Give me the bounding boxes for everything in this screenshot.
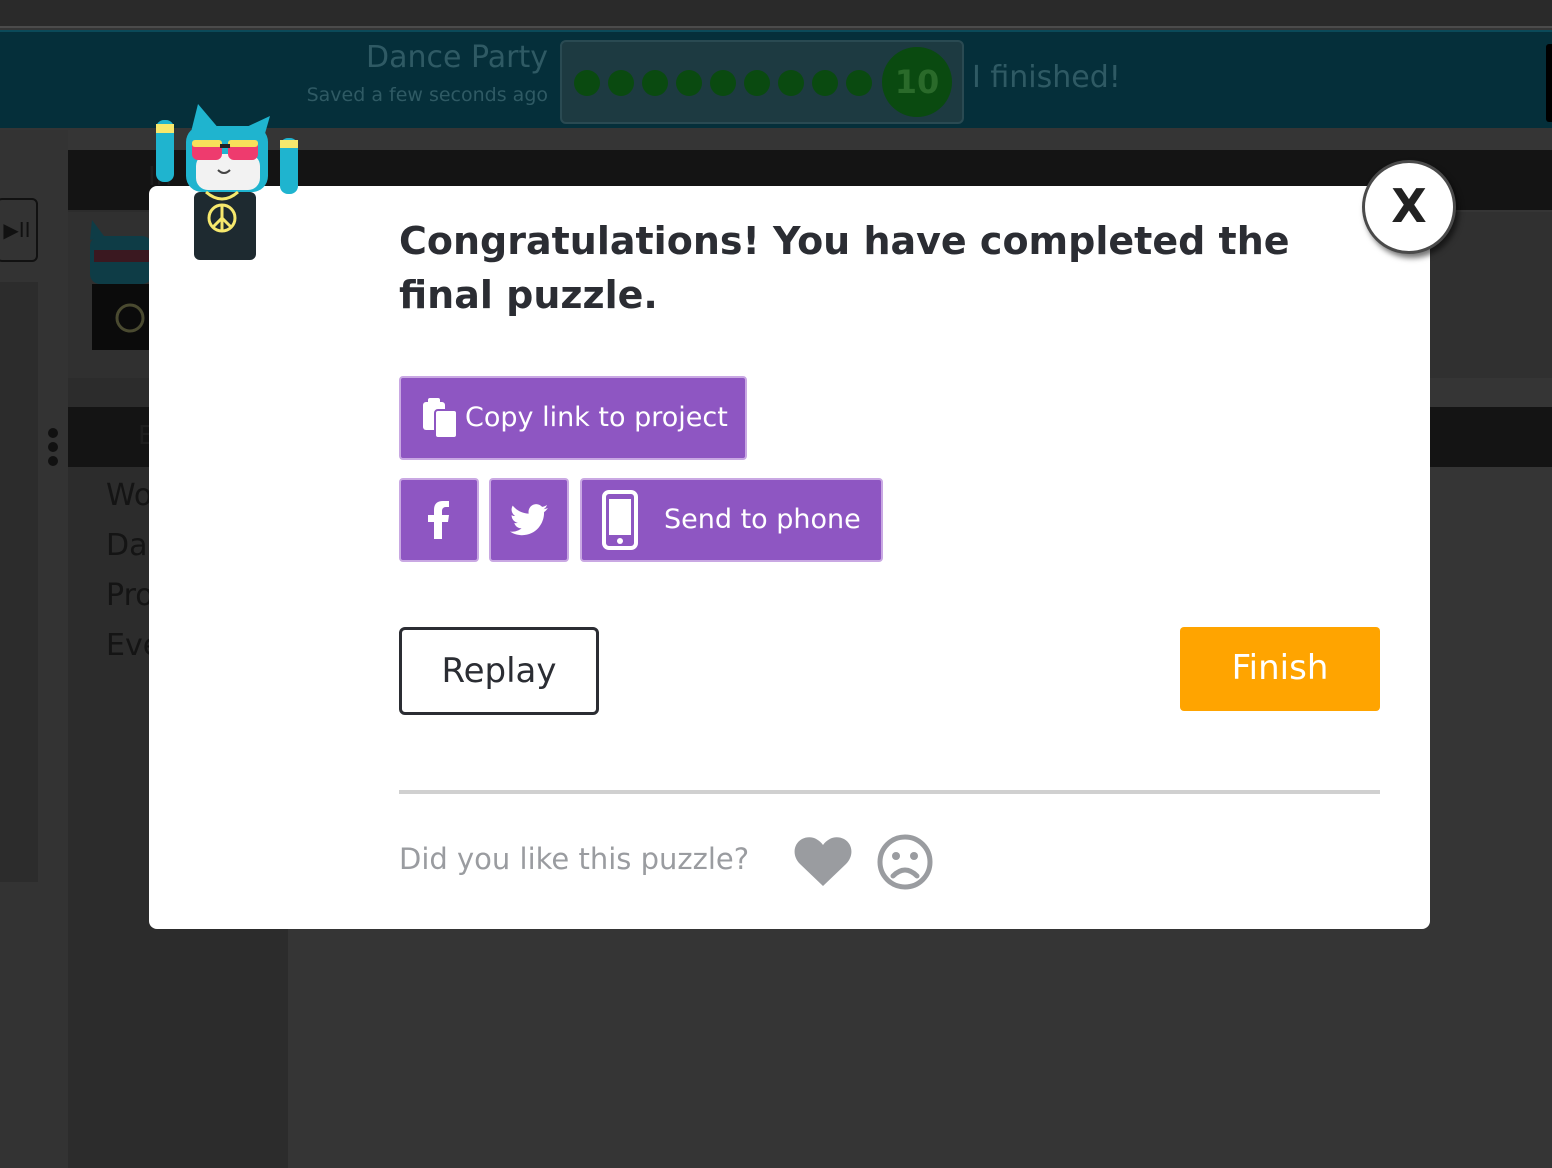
resize-handle-icon: [48, 428, 60, 470]
progress-dot: [710, 70, 736, 96]
clipboard-icon: [421, 398, 459, 438]
instructions-cat-avatar: [90, 220, 152, 350]
toolbox-category: Wo: [106, 478, 153, 513]
send-to-phone-label: Send to phone: [664, 504, 861, 535]
toolbox-category: Da: [106, 528, 148, 563]
toolbox-category: Pro: [106, 578, 154, 613]
replay-button[interactable]: Replay: [399, 627, 599, 715]
dislike-button[interactable]: [876, 833, 934, 891]
progress-dot: [608, 70, 634, 96]
twitter-icon: [510, 504, 548, 536]
left-rail: [0, 282, 38, 882]
header-edge: [1546, 44, 1552, 122]
progress-dot: [778, 70, 804, 96]
progress-dot: [574, 70, 600, 96]
phone-icon: [602, 490, 638, 550]
share-facebook-button[interactable]: [399, 478, 479, 562]
sad-face-icon: [877, 834, 933, 890]
like-button[interactable]: [794, 836, 852, 888]
current-level-badge: 10: [882, 47, 952, 117]
progress-dot: [846, 70, 872, 96]
completion-message: Congratulations! You have completed the …: [399, 219, 1290, 317]
progress-dot: [744, 70, 770, 96]
facebook-icon: [428, 501, 450, 539]
project-title: Dance Party: [366, 40, 548, 75]
copy-link-button[interactable]: Copy link to project: [399, 376, 747, 460]
copy-link-label: Copy link to project: [465, 402, 728, 433]
finish-button[interactable]: Finish: [1180, 627, 1380, 711]
play-pause-icon: ▶II: [0, 198, 38, 262]
feedback-divider: [399, 790, 1380, 794]
progress-dot: [812, 70, 838, 96]
saved-status: Saved a few seconds ago: [306, 84, 548, 106]
finished-button: I finished!: [972, 60, 1121, 95]
progress-dot: [642, 70, 668, 96]
share-twitter-button[interactable]: [489, 478, 569, 562]
browser-top-strip: [0, 0, 1552, 28]
close-dialog-button[interactable]: X: [1362, 160, 1456, 254]
feedback-question: Did you like this puzzle?: [399, 842, 750, 876]
heart-icon: [794, 837, 852, 886]
progress-dot: [676, 70, 702, 96]
puzzle-progress: 10: [560, 40, 964, 124]
send-to-phone-button[interactable]: Send to phone: [580, 478, 883, 562]
dancing-cat-avatar: [156, 104, 298, 260]
